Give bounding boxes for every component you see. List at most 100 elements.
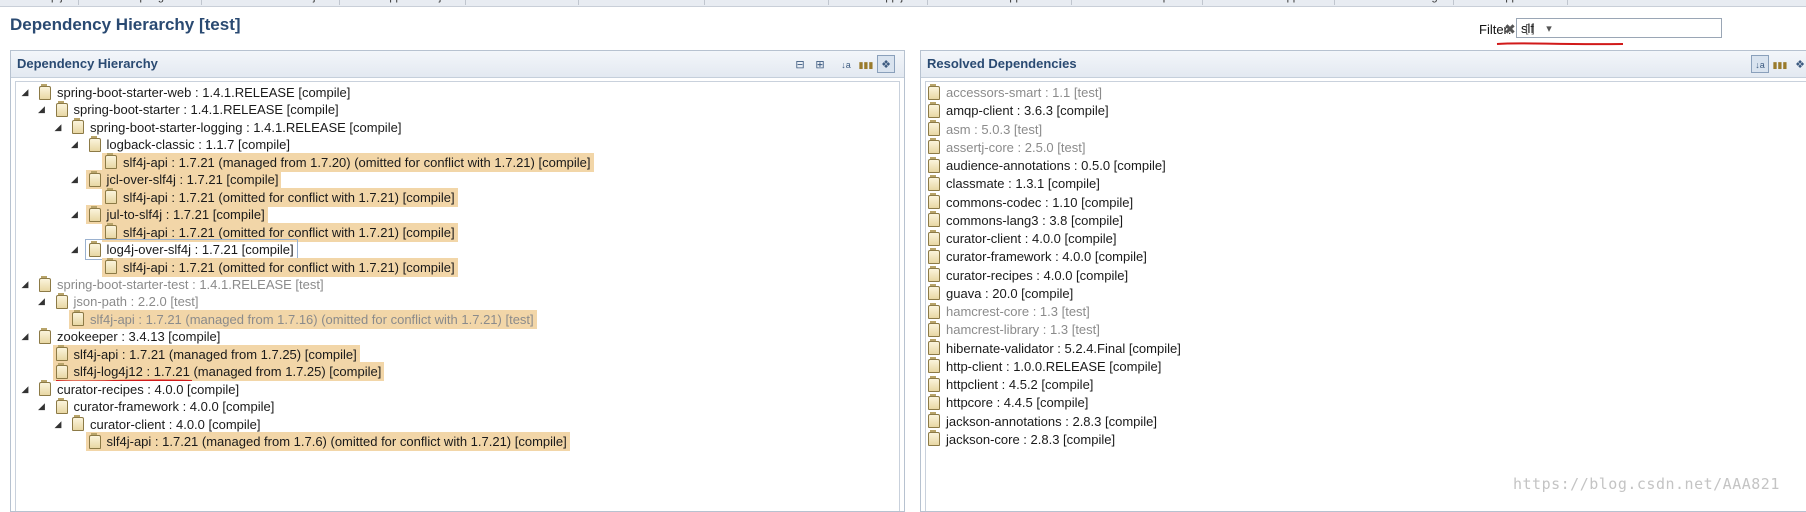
- expanded-twisty-icon[interactable]: ◢: [53, 118, 63, 137]
- expanded-twisty-icon[interactable]: ◢: [70, 135, 80, 154]
- expanded-twisty-icon[interactable]: ◢: [20, 380, 30, 399]
- dependency-label: slf4j-api : 1.7.21 (omitted for conflict…: [123, 259, 455, 275]
- editor-tab[interactable]: Application...: [1492, 0, 1568, 5]
- editor-tab[interactable]: springboot...: [128, 0, 202, 5]
- expand-icon[interactable]: [ ]: [1521, 20, 1539, 38]
- jar-icon: [928, 375, 940, 392]
- tree-row[interactable]: ◢ jcl-over-slf4j : 1.7.21 [compile]: [70, 170, 282, 190]
- jar-icon: [39, 380, 51, 397]
- tree-row-content: spring-boot-starter-web : 1.4.1.RELEASE …: [36, 83, 353, 102]
- filter-toggle-icon[interactable]: ❖: [877, 55, 895, 73]
- chevron-down-icon[interactable]: ▾: [1540, 20, 1558, 38]
- editor-tab[interactable]: ZookeeperC...: [1120, 0, 1203, 5]
- dependency-label: httpcore : 4.4.5 [compile]: [946, 395, 1089, 411]
- resolved-row[interactable]: http-client : 1.0.0.RELEASE [compile]: [928, 357, 1161, 376]
- clear-filter-icon[interactable]: ✖: [1501, 20, 1519, 38]
- tree-row[interactable]: slf4j-api : 1.7.21 (omitted for conflict…: [88, 187, 458, 207]
- expanded-twisty-icon[interactable]: ◢: [70, 205, 80, 224]
- resolved-row[interactable]: classmate : 1.3.1 [compile]: [928, 174, 1100, 193]
- resolved-row[interactable]: hamcrest-core : 1.3 [test]: [928, 302, 1090, 321]
- dependency-label: slf4j-api : 1.7.21 (omitted for conflict…: [123, 224, 455, 240]
- dependency-label: curator-recipes : 4.0.0 [compile]: [946, 267, 1129, 283]
- editor-tab[interactable]: Application...: [996, 0, 1072, 5]
- jar-icon: [105, 153, 117, 170]
- tree-row[interactable]: ◢ curator-client : 4.0.0 [compile]: [55, 415, 264, 434]
- resolved-row[interactable]: jackson-annotations : 2.8.3 [compile]: [928, 412, 1157, 431]
- expand-all-icon[interactable]: ⊞: [811, 55, 829, 73]
- dependency-hierarchy-panel: Dependency Hierarchy ⊟ ⊞ ↓a ▮▮▮ ❖ ◢ sprin…: [10, 50, 905, 512]
- tree-row-content: slf4j-api : 1.7.21 (managed from 1.7.25)…: [52, 344, 360, 364]
- show-groupid-icon[interactable]: ▮▮▮: [857, 55, 875, 73]
- jar-icon: [88, 135, 101, 152]
- expanded-twisty-icon[interactable]: ◢: [70, 240, 80, 259]
- resolved-row[interactable]: commons-lang3 : 3.8 [compile]: [928, 211, 1123, 230]
- tree-row[interactable]: slf4j-api : 1.7.21 (managed from 1.7.6) …: [72, 432, 570, 451]
- show-groupid-icon[interactable]: ▮▮▮: [1771, 55, 1789, 73]
- resolved-dependencies-panel: Resolved Dependencies ↓a ▮▮▮ ❖ accessors…: [920, 50, 1806, 512]
- editor-tab[interactable]: DistributedL...: [624, 0, 705, 5]
- dependency-label: curator-framework : 4.0.0 [compile]: [73, 399, 275, 415]
- expanded-twisty-icon[interactable]: ◢: [20, 83, 30, 102]
- resolved-row[interactable]: commons-codec : 1.10 [compile]: [928, 193, 1133, 212]
- tree-row[interactable]: ◢ spring-boot-starter-test : 1.4.1.RELEAS…: [22, 275, 327, 294]
- tree-row[interactable]: ◢ curator-recipes : 4.0.0 [compile]: [22, 380, 242, 399]
- tree-row-content: spring-boot-starter : 1.4.1.RELEASE [com…: [53, 100, 342, 119]
- resolved-row[interactable]: amqp-client : 3.6.3 [compile]: [928, 101, 1109, 120]
- resolved-row[interactable]: jackson-core : 2.8.3 [compile]: [928, 430, 1115, 449]
- tree-row[interactable]: ◢ spring-boot-starter-web : 1.4.1.RELEASE…: [22, 83, 353, 102]
- dependency-label: spring-boot-starter : 1.4.1.RELEASE [com…: [73, 102, 339, 118]
- editor-tab[interactable]: DistributedL...: [748, 0, 829, 5]
- editor-tab[interactable]: Application.java: [376, 0, 467, 5]
- expanded-twisty-icon[interactable]: ◢: [70, 170, 80, 189]
- dependency-label: jcl-over-slf4j : 1.7.21 [compile]: [106, 172, 279, 188]
- resolved-row[interactable]: hibernate-validator : 5.2.4.Final [compi…: [928, 339, 1181, 358]
- tree-row[interactable]: ◢ spring-boot-starter : 1.4.1.RELEASE [co…: [37, 100, 342, 119]
- resolved-row[interactable]: asm : 5.0.3 [test]: [928, 120, 1042, 139]
- dependency-label: zookeeper : 3.4.13 [compile]: [57, 329, 221, 345]
- sort-icon[interactable]: ↓a: [1751, 55, 1769, 73]
- resolved-row[interactable]: audience-annotations : 0.5.0 [compile]: [928, 156, 1166, 175]
- editor-tab[interactable]: RabbitConfig...: [1368, 0, 1454, 5]
- tree-row-content: slf4j-api : 1.7.21 (omitted for conflict…: [102, 222, 458, 242]
- tree-row[interactable]: ◢ jul-to-slf4j : 1.7.21 [compile]: [70, 205, 268, 225]
- resolved-row[interactable]: curator-client : 4.0.0 [compile]: [928, 229, 1117, 248]
- editor-tab[interactable]: App.java: [872, 0, 928, 5]
- expanded-twisty-icon[interactable]: ◢: [53, 415, 63, 434]
- tree-row-content: slf4j-api : 1.7.21 (managed from 1.7.20)…: [102, 152, 594, 172]
- tree-row[interactable]: slf4j-api : 1.7.21 (omitted for conflict…: [88, 222, 458, 242]
- dependency-label: slf4j-api : 1.7.21 (omitted for conflict…: [123, 189, 455, 205]
- editor-tab[interactable]: CuratorTest...: [500, 0, 580, 5]
- expanded-twisty-icon[interactable]: ◢: [20, 275, 30, 294]
- editor-tab[interactable]: DemoApplicat...: [1244, 0, 1335, 5]
- tree-row[interactable]: slf4j-api : 1.7.21 (omitted for conflict…: [88, 257, 458, 277]
- dependency-label: jackson-core : 2.8.3 [compile]: [946, 431, 1116, 447]
- tree-row[interactable]: ◢ spring-boot-starter-logging : 1.4.1.REL…: [55, 118, 404, 137]
- jar-icon: [928, 193, 940, 210]
- sort-icon[interactable]: ↓a: [837, 55, 855, 73]
- tree-row[interactable]: slf4j-api : 1.7.21 (managed from 1.7.20)…: [88, 152, 594, 172]
- resolved-row[interactable]: curator-framework : 4.0.0 [compile]: [928, 247, 1147, 266]
- tree-row[interactable]: ◢ log4j-over-slf4j : 1.7.21 [compile]: [70, 239, 298, 261]
- tree-row[interactable]: ◢ logback-classic : 1.1.7 [compile]: [70, 135, 294, 154]
- resolved-row[interactable]: accessors-smart : 1.1 [test]: [928, 83, 1102, 102]
- expanded-twisty-icon[interactable]: ◢: [37, 100, 47, 119]
- resolved-row[interactable]: httpclient : 4.5.2 [compile]: [928, 375, 1093, 394]
- tree-row[interactable]: ◢ zookeeper : 3.4.13 [compile]: [22, 327, 223, 346]
- tree-row[interactable]: ◢ json-path : 2.2.0 [test]: [37, 292, 202, 311]
- expanded-twisty-icon[interactable]: ◢: [37, 292, 47, 311]
- collapse-all-icon[interactable]: ⊟: [791, 55, 809, 73]
- editor-tab[interactable]: Bootstrap.j...: [4, 0, 79, 5]
- tree-row-content: curator-recipes : 4.0.0 [compile]: [36, 380, 242, 399]
- resolved-row[interactable]: curator-recipes : 4.0.0 [compile]: [928, 266, 1128, 285]
- expanded-twisty-icon[interactable]: ◢: [37, 397, 47, 416]
- resolved-row[interactable]: assertj-core : 2.5.0 [test]: [928, 138, 1085, 157]
- tree-row[interactable]: ◢ curator-framework : 4.0.0 [compile]: [37, 397, 278, 416]
- expanded-twisty-icon[interactable]: ◢: [20, 327, 30, 346]
- resolved-row[interactable]: httpcore : 4.4.5 [compile]: [928, 393, 1088, 412]
- editor-tab[interactable]: RabbitTest.java: [252, 0, 341, 5]
- tree-row[interactable]: slf4j-api : 1.7.21 (managed from 1.7.25)…: [39, 344, 360, 364]
- tree-row[interactable]: slf4j-api : 1.7.21 (managed from 1.7.16)…: [55, 309, 537, 329]
- resolved-row[interactable]: guava : 20.0 [compile]: [928, 284, 1073, 303]
- resolved-row[interactable]: hamcrest-library : 1.3 [test]: [928, 320, 1100, 339]
- filter-toggle-icon[interactable]: ❖: [1791, 55, 1806, 73]
